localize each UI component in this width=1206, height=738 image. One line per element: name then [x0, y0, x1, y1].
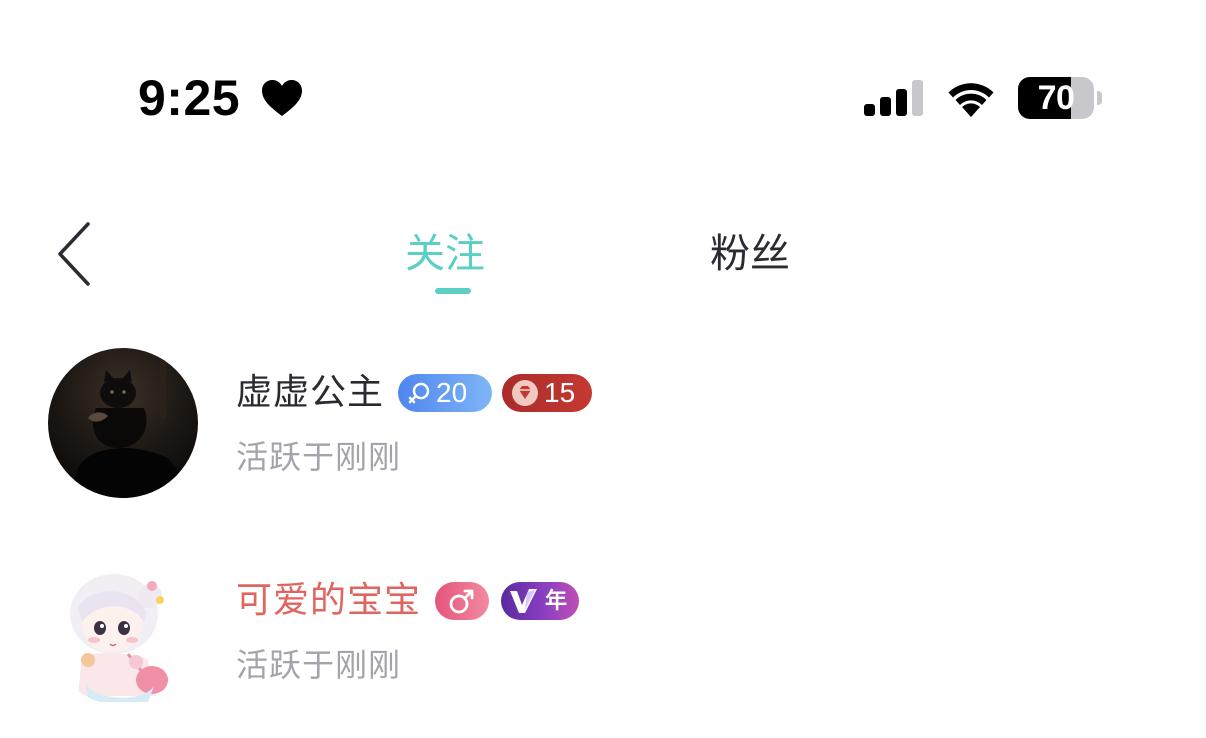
wealth-badge: 15 — [502, 374, 593, 412]
level-icon — [408, 382, 430, 404]
top-nav: 关注 粉丝 — [0, 190, 1206, 310]
name-line: 可爱的宝宝 年 — [236, 578, 580, 624]
gender-badge — [435, 582, 490, 620]
battery-level: 70 — [1037, 79, 1075, 117]
wifi-icon — [948, 83, 994, 117]
list-item[interactable]: 可爱的宝宝 年 活跃于刚刚 — [0, 538, 1206, 738]
level-badge: 20 — [398, 374, 493, 412]
diamond-icon — [512, 380, 539, 406]
anime-girl-illustration — [48, 556, 198, 706]
avatar[interactable] — [48, 348, 198, 498]
activity-status: 活跃于刚刚 — [236, 438, 402, 476]
username[interactable]: 可爱的宝宝 — [236, 578, 421, 624]
tab-following[interactable]: 关注 — [405, 228, 485, 280]
vip-badge: 年 — [501, 582, 580, 620]
avatar[interactable] — [48, 556, 198, 706]
signal-icon — [864, 80, 923, 116]
vip-v-icon — [510, 589, 538, 613]
male-icon — [449, 589, 474, 614]
list-item[interactable]: 虚虚公主 20 15 活跃于刚刚 — [0, 330, 1206, 530]
tab-fans[interactable]: 粉丝 — [710, 228, 790, 280]
tab-active-indicator — [435, 288, 471, 294]
status-time: 9:25 — [138, 70, 241, 126]
wealth-value: 15 — [544, 377, 576, 408]
level-value: 20 — [436, 377, 468, 408]
chevron-left-icon[interactable] — [46, 218, 102, 290]
heart-icon — [262, 80, 302, 116]
battery-body: 70 — [1018, 77, 1094, 119]
battery-cap — [1097, 91, 1102, 105]
status-bar: 9:25 70 — [0, 0, 1206, 150]
activity-status: 活跃于刚刚 — [236, 646, 402, 684]
vip-annual-label: 年 — [545, 588, 568, 613]
dark-cat-photo — [48, 348, 198, 498]
name-line: 虚虚公主 20 15 — [236, 370, 593, 416]
username[interactable]: 虚虚公主 — [236, 370, 384, 416]
battery-icon: 70 — [1018, 77, 1102, 119]
